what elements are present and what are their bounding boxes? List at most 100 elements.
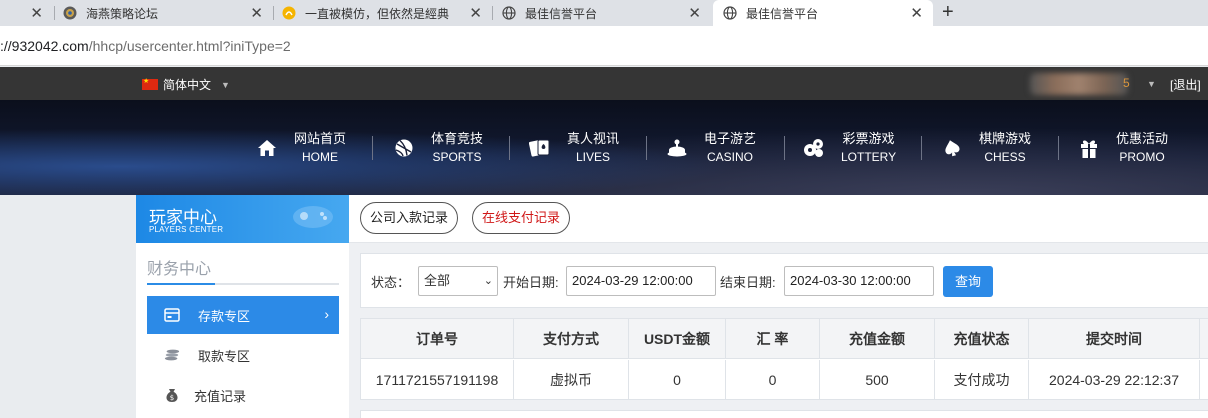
nav-sports[interactable]: 体育竞技 SPORTS [393,130,483,166]
wallet-icon [164,307,180,323]
nav-promo[interactable]: 优惠活动 PROMO [1078,130,1168,166]
cell-recharge-amount: 500 [820,360,935,400]
new-tab-button[interactable]: + [942,1,954,24]
caret-down-icon[interactable]: ▼ [1147,79,1156,89]
column-header: 支付方式 [514,319,629,359]
logout-link[interactable]: [退出] [1170,76,1201,93]
nav-lottery[interactable]: 彩票游戏 LOTTERY [803,130,896,166]
nav-separator [1058,136,1059,160]
end-date-input[interactable]: 2024-03-30 12:00:00 [784,266,934,296]
header-banner: 网站首页 HOME 体育竞技 SPORTS 真人视讯 LIVES 电子游艺 CASINO… [0,100,1208,195]
browser-tab-strip: ✕ 海燕策略论坛 ✕ 一直被模仿，但依然是經典 ✕ 最佳信誉平台 ✕ 最佳信誉平… [0,0,1208,26]
gamepad-icon [291,201,335,231]
cards-icon [529,137,551,159]
cell-recharge-status: 支付成功 [935,360,1029,400]
nav-label-en: LIVES [575,150,611,164]
browser-tab-classic[interactable]: 一直被模仿，但依然是經典 ✕ [274,0,492,26]
close-icon[interactable]: ✕ [469,4,482,22]
column-header: 订单号 [361,319,514,359]
nav-separator [509,136,510,160]
record-tabs: 公司入款记录 在线支付记录 [349,195,1208,243]
chevron-right-icon: › [324,306,329,322]
url-path: /hhcp/usercenter.html?iniType=2 [88,38,291,54]
close-icon[interactable]: ✕ [688,4,701,22]
nav-label-cn: 棋牌游戏 [979,131,1032,146]
cell-payment-method: 虚拟币 [514,360,629,400]
tab-company-deposit-records[interactable]: 公司入款记录 [360,202,459,234]
nav-label-cn: 真人视讯 [567,131,620,146]
browser-tab-forum[interactable]: 海燕策略论坛 ✕ [55,0,273,26]
tab-title: 海燕策略论坛 [86,6,159,21]
nav-label-en: CHESS [984,150,1026,164]
status-label: 状态： [371,275,411,290]
browser-tab-partial[interactable]: ✕ [0,0,55,26]
nav-separator [646,136,647,160]
sidebar-item-label: 取款专区 [198,348,251,364]
nav-home[interactable]: 网站首页 HOME [256,130,346,166]
tab-title: 一直被模仿，但依然是經典 [305,6,450,21]
nav-casino[interactable]: 电子游艺 CASINO [666,130,756,166]
end-date-label: 结束日期: [720,275,776,290]
sidebar-item-withdraw[interactable]: 取款专区 [147,336,339,374]
start-date-input[interactable]: 2024-03-29 12:00:00 [566,266,716,296]
status-select[interactable]: 全部 ⌄ [418,266,498,296]
address-bar[interactable]: ://932042.com/hhcp/usercenter.html?iniTy… [0,26,1208,66]
section-divider-highlight [147,283,215,285]
close-icon[interactable]: ✕ [910,4,923,22]
sidebar-item-label: 充值记录 [194,388,247,404]
column-header: 提交时间 [1029,319,1200,359]
money-bag-icon: $ [164,387,180,403]
column-header: 充值金额 [820,319,935,359]
start-date-label: 开始日期: [503,275,559,290]
blurred-username[interactable] [1030,73,1128,95]
site-top-bar: 简体中文 ▼ 5 ▼ [退出] [0,67,1208,100]
site-favicon-icon [282,6,296,20]
nav-label-cn: 体育竞技 [431,131,484,146]
table-header: 订单号 支付方式 USDT金额 汇 率 充值金额 充值状态 提交时间 [361,319,1208,359]
nav-label-cn: 优惠活动 [1116,131,1169,146]
sidebar-item-label: 存款专区 [198,308,251,324]
basketball-icon [393,137,415,159]
column-header: 汇 率 [726,319,820,359]
slot-machine-icon [666,137,688,159]
nav-chess[interactable]: 棋牌游戏 CHESS [941,130,1031,166]
close-icon[interactable]: ✕ [30,4,43,22]
column-header: 充值状态 [935,319,1029,359]
lottery-balls-icon [803,137,825,159]
main-content: 公司入款记录 在线支付记录 状态： 全部 ⌄ 开始日期: 2024-03-29 … [349,195,1208,418]
nav-separator [372,136,373,160]
sidebar-item-deposit[interactable]: 存款专区 › [147,296,339,334]
nav-separator [921,136,922,160]
tab-online-payment-records[interactable]: 在线支付记录 [472,202,571,234]
chevron-down-icon: ⌄ [483,275,493,287]
home-icon [256,137,278,159]
browser-tab-platform[interactable]: 最佳信誉平台 ✕ [493,0,711,26]
column-header: USDT金额 [629,319,726,359]
close-icon[interactable]: ✕ [250,4,263,22]
cell-order-number: 1711721557191198 [361,360,514,400]
nav-label-en: PROMO [1119,150,1165,164]
finance-center-title: 财务中心 [147,261,212,278]
nav-lives[interactable]: 真人视讯 LIVES [529,130,619,166]
nav-label-cn: 网站首页 [294,131,347,146]
nav-label-cn: 电子游艺 [704,131,757,146]
cell-exchange-rate: 0 [726,360,820,400]
china-flag-icon [142,77,158,90]
query-button[interactable]: 查询 [943,266,993,297]
svg-text:$: $ [170,394,174,402]
nav-label-en: HOME [302,150,338,164]
coins-icon [164,347,180,363]
records-table: 订单号 支付方式 USDT金额 汇 率 充值金额 充值状态 提交时间 17117… [360,318,1208,400]
browser-tab-platform-active[interactable]: 最佳信誉平台 ✕ [713,0,933,26]
nav-label-cn: 彩票游戏 [842,131,895,146]
globe-icon [723,6,737,20]
nav-label-en: LOTTERY [841,150,897,164]
sidebar-item-recharge-records[interactable]: $ 充值记录 [147,376,339,414]
spade-icon [941,137,963,159]
language-label: 简体中文 [163,78,212,92]
status-select-value: 全部 [424,273,451,288]
language-selector[interactable]: 简体中文 ▼ [142,76,230,93]
nav-separator [784,136,785,160]
caret-down-icon: ▼ [221,79,230,90]
cell-submit-time: 2024-03-29 22:12:37 [1029,360,1200,400]
